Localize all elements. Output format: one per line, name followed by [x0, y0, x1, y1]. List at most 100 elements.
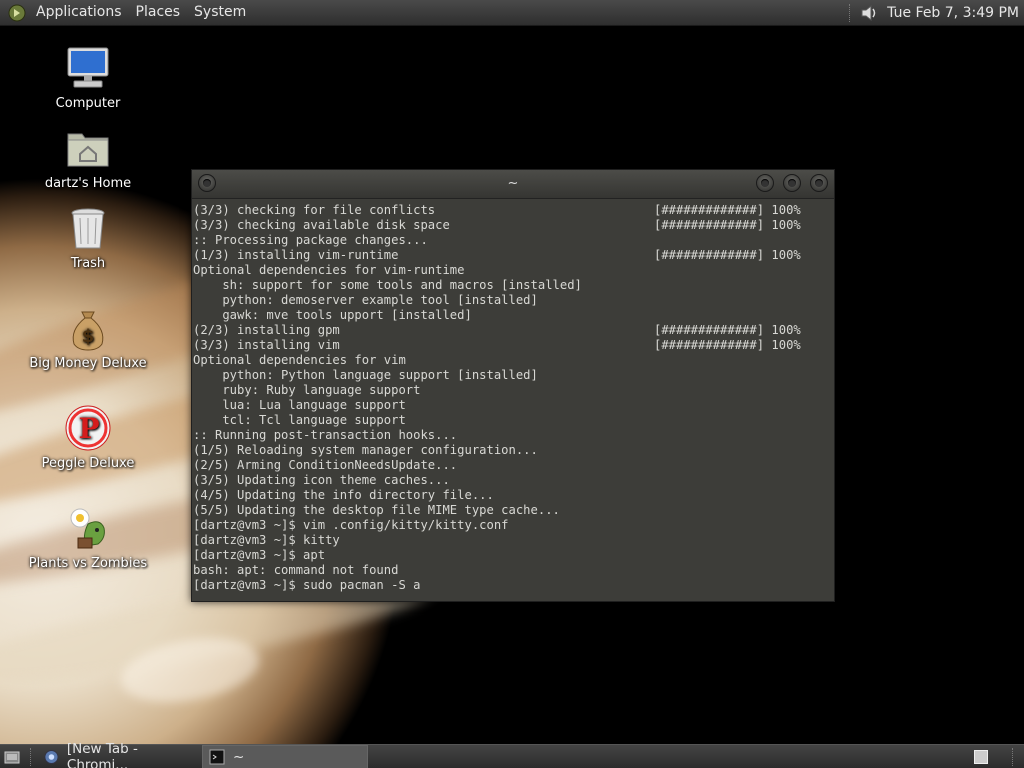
terminal-line: bash: apt: command not found: [193, 563, 833, 578]
terminal-line-text: (4/5) Updating the info directory file..…: [193, 488, 494, 502]
workspace-switcher-icon[interactable]: [974, 750, 988, 764]
taskbar-item-label: ~: [233, 749, 245, 765]
desktop: Applications Places System Tue Feb 7, 3:…: [0, 0, 1024, 768]
terminal-line: (1/5) Reloading system manager configura…: [193, 443, 833, 458]
panel-separator: [30, 748, 34, 766]
bottom-panel: [New Tab - Chromi... ~: [0, 741, 1024, 768]
terminal-line-text: (5/5) Updating the desktop file MIME typ…: [193, 503, 560, 517]
terminal-line-text: [dartz@vm3 ~]$ kitty: [193, 533, 340, 547]
trash-icon: [71, 208, 105, 249]
terminal-line-text: bash: apt: command not found: [193, 563, 399, 577]
terminal-line-text: lua: Lua language support: [193, 398, 406, 412]
terminal-output[interactable]: (3/3) checking for file conflicts [######…: [193, 203, 833, 600]
terminal-icon: [209, 749, 225, 765]
terminal-line-text: sh: support for some tools and macros [i…: [193, 278, 582, 292]
terminal-line: (3/3) checking available disk space [####…: [193, 218, 833, 233]
planet-storm: [115, 628, 265, 712]
menu-system[interactable]: System: [187, 0, 253, 25]
terminal-line-text: [dartz@vm3 ~]$ vim .config/kitty/kitty.c…: [193, 518, 509, 532]
clock[interactable]: Tue Feb 7, 3:49 PM: [881, 5, 1024, 21]
terminal-line: (2/5) Arming ConditionNeedsUpdate...: [193, 458, 833, 473]
desktop-icon-label: dartz's Home: [44, 176, 132, 191]
terminal-line: [dartz@vm3 ~]$ kitty: [193, 533, 833, 548]
close-button[interactable]: [810, 174, 828, 192]
taskbar-item-label: [New Tab - Chromi...: [66, 741, 138, 768]
terminal-progress: [#############] 100%: [654, 248, 801, 262]
terminal-line-text: Optional dependencies for vim-runtime: [193, 263, 465, 277]
taskbar-item-chromium[interactable]: [New Tab - Chromi...: [38, 741, 200, 768]
terminal-line-text: (1/3) installing vim-runtime: [193, 248, 399, 262]
terminal-line: python: Python language support [install…: [193, 368, 833, 383]
terminal-line: ruby: Ruby language support: [193, 383, 833, 398]
maximize-button[interactable]: [783, 174, 801, 192]
home-folder-icon: [67, 133, 109, 167]
money-bag-icon: $: [72, 311, 104, 351]
terminal-line: lua: Lua language support: [193, 398, 833, 413]
svg-text:$: $: [82, 326, 95, 347]
desktop-icon-trash[interactable]: Trash: [28, 204, 148, 271]
terminal-progress: [#############] 100%: [654, 338, 801, 352]
chromium-icon: [44, 750, 59, 764]
show-desktop-icon[interactable]: [4, 749, 20, 765]
plants-vs-zombies-icon: [70, 508, 105, 549]
panel-separator: [1012, 748, 1016, 766]
terminal-line: [dartz@vm3 ~]$ apt: [193, 548, 833, 563]
window-titlebar[interactable]: ~: [192, 170, 834, 199]
desktop-icon-label: Big Money Deluxe: [29, 356, 147, 371]
distro-logo-icon[interactable]: [8, 4, 26, 22]
terminal-line-text: [dartz@vm3 ~]$ sudo pacman -S a: [193, 578, 421, 592]
menu-places[interactable]: Places: [129, 0, 188, 25]
computer-icon: [67, 47, 109, 88]
peggle-icon: P: [65, 405, 111, 451]
terminal-line-text: tcl: Tcl language support: [193, 413, 406, 427]
terminal-line: :: Processing package changes...: [193, 233, 833, 248]
taskbar-item-terminal[interactable]: ~: [202, 745, 368, 768]
terminal-line-text: (1/5) Reloading system manager configura…: [193, 443, 538, 457]
terminal-progress: [#############] 100%: [654, 218, 801, 232]
terminal-line: (2/3) installing gpm [#############] 100%: [193, 323, 833, 338]
terminal-line: python: demoserver example tool [install…: [193, 293, 833, 308]
desktop-icon-label: Plants vs Zombies: [28, 556, 148, 571]
terminal-line-text: python: demoserver example tool [install…: [193, 293, 538, 307]
terminal-window[interactable]: ~ (3/3) checking for file conflicts [####…: [191, 169, 835, 602]
terminal-line: (3/3) checking for file conflicts [######…: [193, 203, 833, 218]
desktop-icon-label: Peggle Deluxe: [41, 456, 135, 471]
terminal-line: (1/3) installing vim-runtime [###########…: [193, 248, 833, 263]
terminal-progress: [#############] 100%: [654, 323, 801, 337]
terminal-line: (5/5) Updating the desktop file MIME typ…: [193, 503, 833, 518]
terminal-line-text: (3/3) checking available disk space: [193, 218, 450, 232]
desktop-icon-big-money[interactable]: $ Big Money Deluxe: [28, 304, 148, 371]
desktop-icon-home[interactable]: dartz's Home: [28, 124, 148, 191]
terminal-line-text: (3/3) checking for file conflicts: [193, 203, 436, 217]
desktop-icon-label: Computer: [55, 96, 121, 111]
terminal-line-text: [dartz@vm3 ~]$ apt: [193, 548, 326, 562]
terminal-line: gawk: mve tools upport [installed]: [193, 308, 833, 323]
terminal-line: :: Running post-transaction hooks...: [193, 428, 833, 443]
terminal-line-text: :: Running post-transaction hooks...: [193, 428, 458, 442]
top-panel: Applications Places System Tue Feb 7, 3:…: [0, 0, 1024, 26]
desktop-icon-label: Trash: [70, 256, 106, 271]
minimize-button[interactable]: [756, 174, 774, 192]
terminal-line-text: Optional dependencies for vim: [193, 353, 406, 367]
terminal-line-text: gawk: mve tools upport [installed]: [193, 308, 472, 322]
terminal-line: (3/3) installing vim [#############] 100%: [193, 338, 833, 353]
desktop-icon-pvz[interactable]: Plants vs Zombies: [28, 504, 148, 571]
menu-applications[interactable]: Applications: [29, 0, 129, 25]
terminal-line-text: ruby: Ruby language support: [193, 383, 421, 397]
terminal-line-text: (3/3) installing vim: [193, 338, 340, 352]
terminal-line-text: (3/5) Updating icon theme caches...: [193, 473, 450, 487]
terminal-line: sh: support for some tools and macros [i…: [193, 278, 833, 293]
terminal-line: (4/5) Updating the info directory file..…: [193, 488, 833, 503]
terminal-line-text: (2/5) Arming ConditionNeedsUpdate...: [193, 458, 458, 472]
terminal-line-text: python: Python language support [install…: [193, 368, 538, 382]
desktop-icon-computer[interactable]: Computer: [28, 44, 148, 111]
volume-icon[interactable]: [859, 3, 879, 23]
svg-text:P: P: [78, 412, 99, 445]
terminal-line-text: (2/3) installing gpm: [193, 323, 340, 337]
panel-separator: [849, 3, 853, 22]
terminal-line: tcl: Tcl language support: [193, 413, 833, 428]
terminal-line: Optional dependencies for vim-runtime: [193, 263, 833, 278]
desktop-icon-peggle[interactable]: P Peggle Deluxe: [28, 404, 148, 471]
terminal-line: Optional dependencies for vim: [193, 353, 833, 368]
terminal-line: (3/5) Updating icon theme caches...: [193, 473, 833, 488]
